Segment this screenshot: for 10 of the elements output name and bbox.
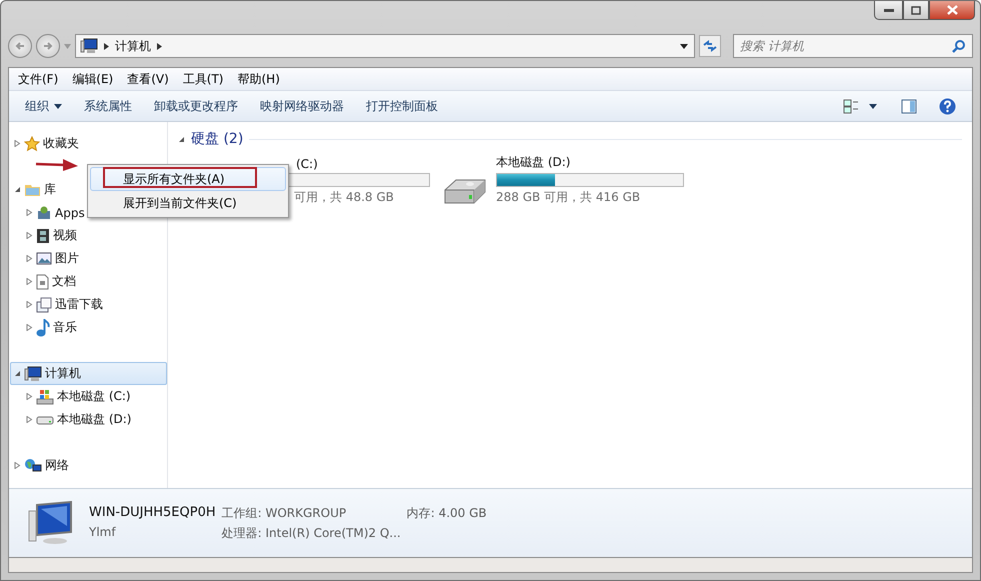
- group-header: 硬盘 (2): [191, 130, 244, 148]
- drive-usage: 可用，共 48.8 GB: [293, 189, 394, 206]
- detail-text: 处理器: Intel(R) Core(TM)2 Q...: [222, 524, 401, 542]
- user-name: Ylmf: [89, 524, 117, 540]
- detail-text: 内存: 4.00 GB: [406, 504, 487, 522]
- computer-name: WIN-DUJHH5EQP0H: [89, 504, 216, 522]
- drive-name: (C:): [295, 157, 318, 171]
- drive-usage: 288 GB 可用，共 416 GB: [496, 189, 640, 206]
- detail-text: 工作组: WORKGROUP: [222, 504, 348, 522]
- drive-name: 本地磁盘 (D:): [496, 154, 570, 171]
